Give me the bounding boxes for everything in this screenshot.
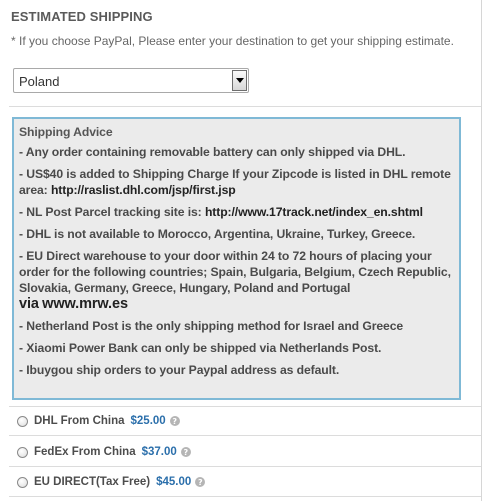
shipping-option-fedex[interactable]: FedEx From China $37.00 ? xyxy=(17,443,191,461)
option-price: $37.00 xyxy=(141,446,177,458)
dhl-remote-link[interactable]: http://raslist.dhl.com/jsp/first.jsp xyxy=(51,183,236,197)
divider xyxy=(9,466,481,467)
paypal-note: * If you choose PayPal, Please enter you… xyxy=(11,34,454,48)
advice-item: - Any order containing removable battery… xyxy=(19,145,406,159)
option-label: FedEx From China xyxy=(34,446,136,458)
advice-title: Shipping Advice xyxy=(19,125,113,139)
advice-item-dhl-remote: - US$40 is added to Shipping Charge If y… xyxy=(19,166,454,198)
radio-eu-direct[interactable] xyxy=(17,476,28,488)
nl-tracking-link[interactable]: http://www.17track.net/index_en.shtml xyxy=(205,205,423,219)
shipping-option-eu-direct[interactable]: EU DIRECT(Tax Free) $45.00 ? xyxy=(17,473,206,491)
divider xyxy=(9,435,481,436)
option-price: $25.00 xyxy=(130,415,166,427)
select-dropdown-button[interactable] xyxy=(232,70,247,91)
radio-fedex[interactable] xyxy=(17,446,28,458)
advice-item: - DHL is not available to Morocco, Argen… xyxy=(19,227,416,241)
right-border xyxy=(481,0,482,501)
divider xyxy=(9,496,481,497)
section-heading: ESTIMATED SHIPPING xyxy=(11,9,153,24)
divider xyxy=(9,406,481,407)
help-icon[interactable]: ? xyxy=(195,477,206,487)
advice-item-text: - EU Direct warehouse to your door withi… xyxy=(19,249,451,295)
chevron-down-icon xyxy=(235,78,244,83)
divider xyxy=(9,106,481,107)
shipping-advice-box: Shipping Advice - Any order containing r… xyxy=(12,117,461,400)
help-icon[interactable]: ? xyxy=(180,447,191,457)
help-icon[interactable]: ? xyxy=(169,416,180,426)
shipping-option-dhl[interactable]: DHL From China $25.00 ? xyxy=(17,412,180,430)
advice-item: - Ibuygou ship orders to your Paypal add… xyxy=(19,363,340,377)
mrw-link[interactable]: www.mrw.es xyxy=(42,296,128,312)
option-label: DHL From China xyxy=(34,415,125,427)
option-label: EU DIRECT(Tax Free) xyxy=(34,476,151,488)
radio-dhl[interactable] xyxy=(17,415,28,427)
mrw-prefix: via xyxy=(19,296,39,312)
advice-item-text: - NL Post Parcel tracking site is: xyxy=(19,205,202,219)
advice-item: - Xiaomi Power Bank can only be shipped … xyxy=(19,341,382,355)
advice-item-eu-direct: - EU Direct warehouse to your door withi… xyxy=(19,248,454,312)
country-select[interactable]: Poland xyxy=(13,68,249,93)
advice-item-nl-tracking: - NL Post Parcel tracking site is: http:… xyxy=(19,204,454,220)
advice-item: - Netherland Post is the only shipping m… xyxy=(19,319,404,333)
country-select-value: Poland xyxy=(19,74,60,89)
option-price: $45.00 xyxy=(156,476,192,488)
